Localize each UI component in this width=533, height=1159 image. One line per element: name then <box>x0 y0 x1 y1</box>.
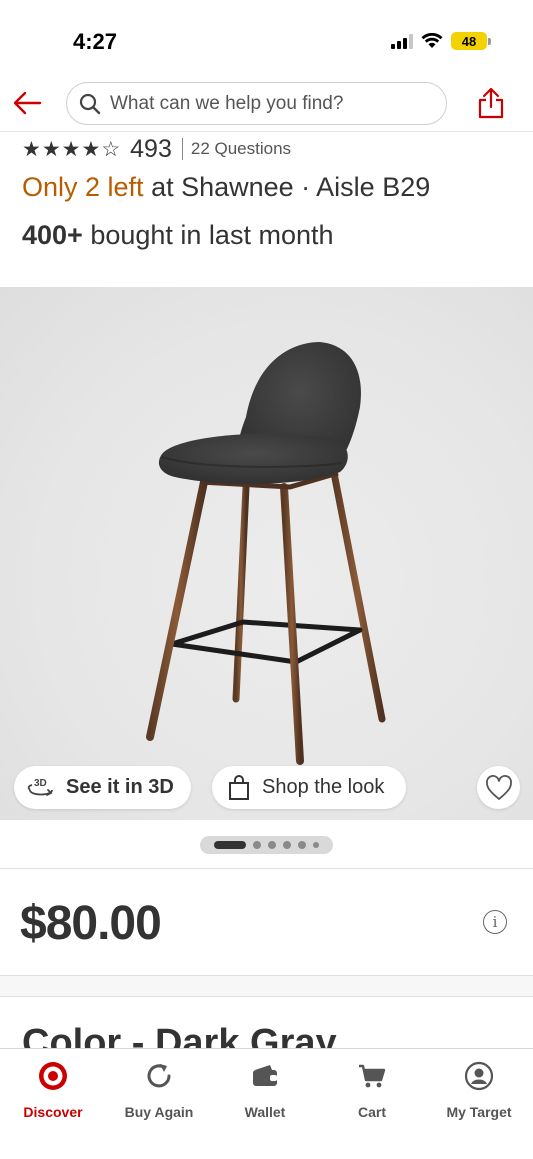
price-info-button[interactable]: i <box>483 910 507 934</box>
shop-the-look-button[interactable]: Shop the look <box>212 766 406 809</box>
search-input[interactable]: What can we help you find? <box>66 82 447 125</box>
cart-icon <box>355 1059 389 1093</box>
bought-info: 400+ bought in last month <box>22 220 334 251</box>
search-placeholder: What can we help you find? <box>110 92 344 114</box>
nav-my-target[interactable]: My Target <box>426 1059 532 1120</box>
bought-text: bought in last month <box>82 220 334 250</box>
carousel-dot[interactable] <box>313 842 319 848</box>
carousel-indicator[interactable] <box>200 836 333 854</box>
bottom-navigation: Discover Buy Again Wallet Cart My Target <box>0 1048 533 1159</box>
color-heading-text: Color - Dark Gray <box>22 1022 337 1048</box>
shop-the-look-label: Shop the look <box>262 776 385 798</box>
stock-highlight: Only 2 left <box>22 172 144 202</box>
wifi-icon <box>421 33 443 48</box>
star-empty-icon: ☆ <box>101 137 121 161</box>
share-button[interactable] <box>474 85 508 121</box>
rating-stars: ★ ★ ★ ★ ☆ <box>22 139 120 160</box>
questions-link[interactable]: 22 Questions <box>191 139 291 159</box>
arrow-left-icon <box>13 91 42 115</box>
cellular-signal-icon <box>391 33 413 49</box>
wallet-icon <box>248 1059 282 1093</box>
star-filled-icon: ★ <box>61 137 81 161</box>
share-icon <box>478 87 504 119</box>
nav-label: Wallet <box>244 1104 286 1120</box>
see-in-3d-label: See it in 3D <box>66 776 174 798</box>
nav-label: Buy Again <box>124 1104 194 1120</box>
section-divider <box>0 975 533 997</box>
shopping-bag-icon <box>229 774 249 800</box>
back-button[interactable] <box>10 86 44 120</box>
info-icon: i <box>492 913 498 931</box>
nav-cart[interactable]: Cart <box>319 1059 425 1120</box>
divider <box>181 138 183 160</box>
favorite-button[interactable] <box>477 766 520 809</box>
rating-row[interactable]: ★ ★ ★ ★ ☆ 493 22 Questions <box>22 134 291 164</box>
status-time: 4:27 <box>73 29 118 54</box>
bar-stool-image <box>146 342 386 765</box>
search-icon <box>79 93 101 114</box>
price: $80.00 <box>20 897 162 950</box>
color-heading: Color - Dark Gray <box>22 1020 337 1048</box>
carousel-dot[interactable] <box>298 841 306 849</box>
nav-discover[interactable]: Discover <box>0 1059 106 1120</box>
carousel-dot[interactable] <box>283 841 291 849</box>
nav-label: Discover <box>23 1104 83 1120</box>
battery-indicator: 48 <box>451 32 491 50</box>
rating-count[interactable]: 493 <box>130 135 172 164</box>
bought-count: 400+ <box>22 220 83 250</box>
heart-icon <box>485 774 512 800</box>
see-in-3d-button[interactable]: 3D See it in 3D <box>14 766 191 809</box>
star-filled-icon: ★ <box>22 137 41 161</box>
nav-wallet[interactable]: Wallet <box>212 1059 318 1120</box>
nav-label: Cart <box>357 1104 386 1120</box>
account-icon <box>462 1059 496 1093</box>
refresh-icon <box>142 1059 176 1093</box>
svg-text:3D: 3D <box>34 778 47 789</box>
divider <box>0 868 533 869</box>
nav-label: My Target <box>446 1104 512 1120</box>
nav-buy-again[interactable]: Buy Again <box>106 1059 212 1120</box>
star-filled-icon: ★ <box>81 137 101 161</box>
carousel-dot[interactable] <box>253 841 261 849</box>
carousel-dot[interactable] <box>268 841 276 849</box>
3d-view-icon: 3D <box>27 778 53 796</box>
status-icons: 48 <box>391 32 491 50</box>
stock-location: at Shawnee · Aisle B29 <box>143 172 431 202</box>
stock-info[interactable]: Only 2 left at Shawnee · Aisle B29 <box>22 172 430 203</box>
product-image[interactable] <box>0 287 533 820</box>
carousel-dot-active[interactable] <box>214 841 246 849</box>
status-bar: 4:27 48 <box>0 0 533 80</box>
battery-level: 48 <box>461 33 477 49</box>
search-header: What can we help you find? <box>0 80 533 132</box>
star-filled-icon: ★ <box>41 137 61 161</box>
target-logo-icon <box>36 1059 70 1093</box>
